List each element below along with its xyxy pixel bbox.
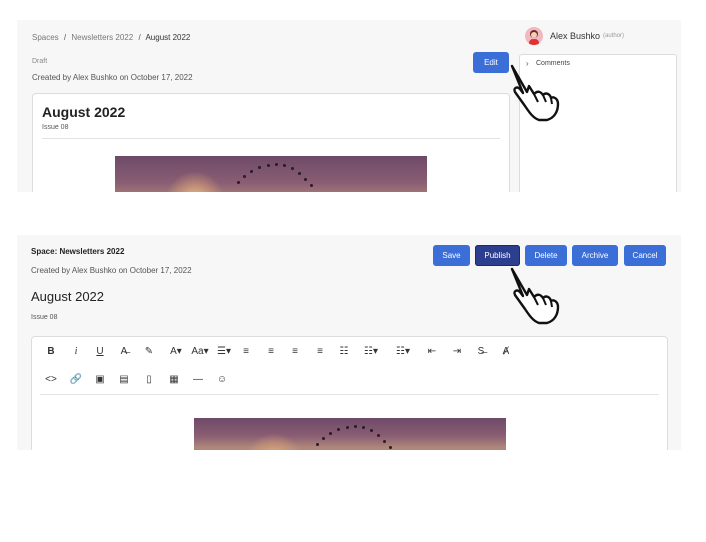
file-icon[interactable]: ▯ [140,371,158,387]
breadcrumb-spaces[interactable]: Spaces [32,33,59,42]
underline-icon[interactable]: U [91,343,109,359]
strikethrough-icon[interactable]: S̶ [472,343,490,359]
pointer-hand-icon [510,64,560,122]
align-center-icon[interactable]: ≡ [262,343,280,359]
cover-image [115,156,427,192]
font-family-icon[interactable]: A▾ [165,343,187,359]
edit-mode-panel: Space: Newsletters 2022 Created by Alex … [17,235,681,450]
align-right-icon[interactable]: ≡ [286,343,304,359]
video-icon[interactable]: ▤ [115,371,133,387]
rich-text-editor[interactable]: B i U A̶ ✎ A▾ Aa▾ ☰▾ ≡ ≡ ≡ ≡ ☷ ☷▾ ☷▾ ⇤ ⇥… [31,336,668,450]
line-height-icon[interactable]: ☰▾ [213,343,235,359]
subtitle-field[interactable]: Issue 08 [31,314,57,321]
divider [42,138,500,139]
breadcrumb-current: August 2022 [145,33,191,42]
document-card: August 2022 Issue 08 [32,93,510,192]
view-mode-panel: Spaces / Newsletters 2022 / August 2022 … [17,20,681,192]
code-icon[interactable]: <> [42,371,60,387]
outdent-icon[interactable]: ⇤ [423,343,441,359]
horizontal-rule-icon[interactable]: — [189,371,207,387]
created-info: Created by Alex Bushko on October 17, 20… [32,73,193,82]
image-icon[interactable]: ▣ [91,371,109,387]
cancel-button[interactable]: Cancel [624,245,666,266]
bullet-list-icon[interactable]: ☷▾ [392,343,414,359]
checklist-icon[interactable]: ☷ [335,343,353,359]
save-button[interactable]: Save [433,245,470,266]
toolbar-divider [40,394,659,395]
link-icon[interactable]: 🔗 [67,371,85,387]
cover-image[interactable] [194,418,506,450]
italic-icon[interactable]: i [67,343,85,359]
document-subtitle: Issue 08 [42,124,69,131]
align-justify-icon[interactable]: ≡ [311,343,329,359]
breadcrumb-newsletters[interactable]: Newsletters 2022 [71,33,133,42]
font-size-icon[interactable]: Aa▾ [189,343,211,359]
emoji-icon[interactable]: ☺ [213,371,231,387]
archive-button[interactable]: Archive [572,245,618,266]
document-title: August 2022 [42,104,126,120]
bold-icon[interactable]: B [42,343,60,359]
clear-format-icon[interactable]: Ⱥ [497,343,515,359]
numbered-list-icon[interactable]: ☷▾ [360,343,382,359]
status-badge: Draft [32,58,48,65]
table-icon[interactable]: ▦ [165,371,183,387]
title-field[interactable]: August 2022 [31,289,104,304]
align-left-icon[interactable]: ≡ [237,343,255,359]
indent-icon[interactable]: ⇥ [448,343,466,359]
pointer-hand-icon [510,267,560,325]
user-name: Alex Bushko [550,31,601,41]
created-info: Created by Alex Bushko on October 17, 20… [31,266,192,275]
avatar [525,27,543,45]
space-label: Space: Newsletters 2022 [31,247,125,256]
highlight-icon[interactable]: ✎ [140,343,158,359]
user-role: (author) [603,33,625,39]
breadcrumb: Spaces / Newsletters 2022 / August 2022 [32,33,191,42]
text-color-icon[interactable]: A̶ [115,343,133,359]
